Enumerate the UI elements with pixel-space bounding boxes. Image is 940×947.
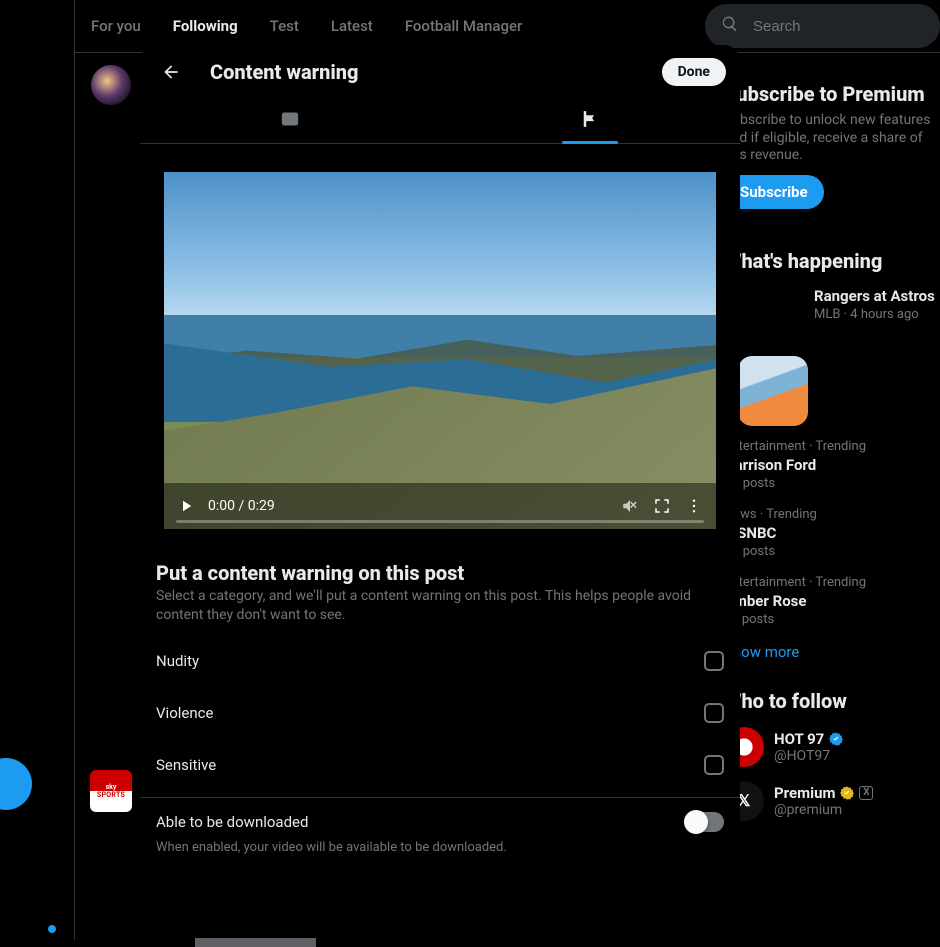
checkbox-icon[interactable] bbox=[704, 755, 724, 775]
trend-category: Entertainment · Trending bbox=[724, 575, 940, 590]
compose-button[interactable] bbox=[0, 758, 32, 810]
follow-suggestion[interactable]: 𝕏 Premium X @premium bbox=[724, 781, 940, 821]
cw-description: Select a category, and we'll put a conte… bbox=[156, 587, 724, 625]
video-area: 0:00 / 0:29 bbox=[140, 144, 740, 553]
trend-item[interactable]: News · Trending MSNBC 8K posts bbox=[724, 507, 940, 559]
left-nav-rail bbox=[0, 0, 75, 940]
trend-category: Entertainment · Trending bbox=[724, 439, 940, 454]
checkbox-icon[interactable] bbox=[704, 703, 724, 723]
back-button[interactable] bbox=[154, 55, 188, 89]
flag-icon bbox=[580, 109, 600, 133]
cw-option-label: Nudity bbox=[156, 652, 199, 670]
trend-category: News · Trending bbox=[724, 507, 940, 522]
search-icon bbox=[721, 15, 739, 37]
follow-name-text: HOT 97 bbox=[774, 730, 824, 748]
who-to-follow-title: Who to follow bbox=[724, 689, 940, 713]
download-desc: When enabled, your video will be availab… bbox=[156, 840, 724, 855]
download-section: Able to be downloaded When enabled, your… bbox=[140, 798, 740, 873]
follow-name: Premium X bbox=[774, 784, 873, 802]
tab-captions[interactable] bbox=[140, 98, 440, 143]
video-sky bbox=[164, 172, 716, 315]
video-controls: 0:00 / 0:29 bbox=[164, 483, 716, 529]
follow-handle: @premium bbox=[774, 802, 873, 818]
trend-item[interactable]: Entertainment · Trending Amber Rose 52 p… bbox=[724, 575, 940, 627]
notification-dot bbox=[48, 925, 56, 933]
cc-icon bbox=[280, 109, 300, 133]
follow-handle: @HOT97 bbox=[774, 748, 844, 764]
featured-title: Rangers at Astros bbox=[814, 287, 940, 305]
modal-title: Content warning bbox=[210, 60, 640, 84]
cw-option-sensitive[interactable]: Sensitive bbox=[156, 739, 724, 791]
post-avatar-sky: skySPORTS bbox=[90, 770, 132, 812]
mute-icon[interactable] bbox=[620, 496, 640, 516]
trend-title: Harrison Ford bbox=[724, 456, 940, 474]
video-preview[interactable]: 0:00 / 0:29 bbox=[164, 172, 716, 529]
show-more-link[interactable]: Show more bbox=[724, 643, 940, 661]
avatar[interactable] bbox=[91, 65, 131, 105]
download-toggle[interactable] bbox=[684, 812, 724, 832]
trend-title: MSNBC bbox=[724, 524, 940, 542]
featured-meta: MLB · 4 hours ago bbox=[814, 307, 940, 322]
cw-option-label: Violence bbox=[156, 704, 213, 722]
modal-header: Content warning Done bbox=[140, 45, 740, 98]
tab-content-warning[interactable] bbox=[440, 98, 740, 143]
video-scrubber[interactable] bbox=[176, 520, 704, 523]
trend-posts: 8K posts bbox=[724, 544, 940, 559]
more-icon[interactable] bbox=[684, 496, 704, 516]
content-warning-modal: Content warning Done 0:00 / 0:29 bbox=[140, 45, 740, 938]
trend-posts: 9K posts bbox=[724, 476, 940, 491]
download-title: Able to be downloaded bbox=[156, 813, 308, 831]
follow-suggestion[interactable]: HOT 97 @HOT97 bbox=[724, 727, 940, 767]
verified-badge-icon bbox=[828, 731, 844, 747]
trend-item[interactable]: Entertainment · Trending Harrison Ford 9… bbox=[724, 439, 940, 491]
verified-badge-icon bbox=[839, 785, 855, 801]
content-warning-section: Put a content warning on this post Selec… bbox=[140, 553, 740, 798]
checkbox-icon[interactable] bbox=[704, 651, 724, 671]
play-icon[interactable] bbox=[176, 496, 196, 516]
cw-option-violence[interactable]: Violence bbox=[156, 687, 724, 739]
premium-desc: Subscribe to unlock new features and if … bbox=[724, 112, 940, 165]
cw-option-nudity[interactable]: Nudity bbox=[156, 635, 724, 687]
search-box[interactable] bbox=[705, 4, 940, 48]
video-time: 0:00 / 0:29 bbox=[208, 498, 275, 514]
affiliate-badge: X bbox=[859, 786, 873, 800]
tab-for-you[interactable]: For you bbox=[75, 0, 157, 53]
trend-posts: 52 posts bbox=[724, 612, 940, 627]
whats-happening-title: What's happening bbox=[724, 249, 940, 273]
featured-thumb bbox=[738, 356, 808, 426]
toggle-knob bbox=[684, 810, 708, 834]
done-button[interactable]: Done bbox=[662, 58, 726, 86]
modal-tabs bbox=[140, 98, 740, 144]
cw-option-label: Sensitive bbox=[156, 756, 216, 774]
cw-heading: Put a content warning on this post bbox=[156, 561, 724, 585]
search-input[interactable] bbox=[753, 18, 924, 35]
trend-title: Amber Rose bbox=[724, 592, 940, 610]
follow-name-text: Premium bbox=[774, 784, 835, 802]
fullscreen-icon[interactable] bbox=[652, 496, 672, 516]
follow-name: HOT 97 bbox=[774, 730, 844, 748]
featured-trend[interactable]: Rangers at Astros MLB · 4 hours ago bbox=[724, 279, 940, 359]
premium-title: Subscribe to Premium bbox=[724, 82, 940, 106]
right-sidebar: Subscribe to Premium Subscribe to unlock… bbox=[710, 60, 940, 835]
